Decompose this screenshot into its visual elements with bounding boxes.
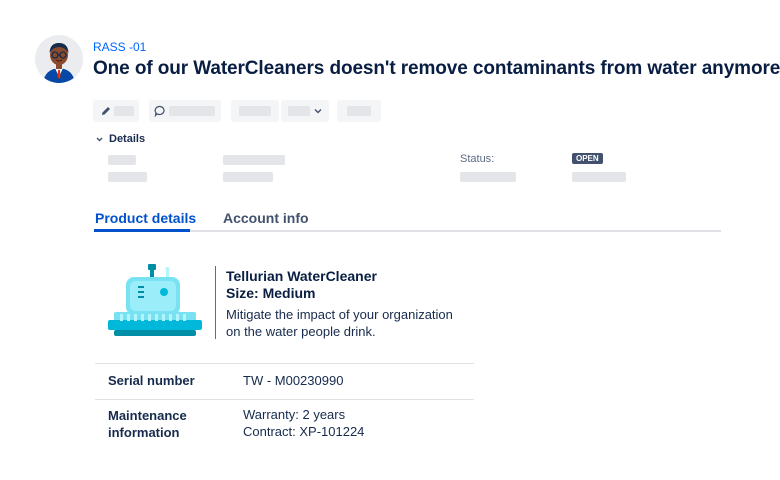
water-cleaner-illustration <box>108 264 202 336</box>
maintenance-label: Maintenance information <box>108 407 187 441</box>
issue-summary: One of our WaterCleaners doesn't remove … <box>93 58 780 79</box>
product-description-line: on the water people drink. <box>226 324 376 339</box>
more-dropdown-button[interactable] <box>281 100 329 122</box>
assign-label-placeholder <box>239 106 271 116</box>
edit-button[interactable] <box>93 100 139 122</box>
pencil-icon <box>102 107 110 115</box>
detail-label-placeholder <box>223 155 285 165</box>
product-size: Size: Medium <box>226 285 316 301</box>
table-divider <box>95 399 474 400</box>
action-label-placeholder <box>347 106 371 116</box>
detail-value-placeholder <box>460 172 516 182</box>
product-description: Mitigate the impact of your organization… <box>226 306 466 340</box>
product-name: Tellurian WaterCleaner <box>226 268 377 284</box>
issue-key[interactable]: RASS -01 <box>93 40 146 54</box>
detail-value-placeholder <box>223 172 273 182</box>
comment-label-placeholder <box>169 106 215 116</box>
action-button[interactable] <box>337 100 381 122</box>
warranty-value: Warranty: 2 years <box>243 407 346 422</box>
assign-button[interactable] <box>231 100 279 122</box>
chevron-down-icon <box>314 109 322 114</box>
avatar[interactable] <box>35 35 83 83</box>
detail-label-placeholder <box>108 155 136 165</box>
tab-product-details[interactable]: Product details <box>95 210 196 226</box>
maintenance-label-line: Maintenance <box>108 408 187 423</box>
collapse-chevron-icon[interactable] <box>95 135 104 144</box>
maintenance-value: Warranty: 2 years Contract: XP-101224 <box>243 406 364 440</box>
status-badge[interactable]: OPEN <box>572 153 603 164</box>
product-divider <box>215 266 216 339</box>
status-label: Status: <box>460 153 495 165</box>
serial-number-label: Serial number <box>108 373 195 388</box>
contract-value: Contract: XP-101224 <box>243 424 365 439</box>
edit-label-placeholder <box>114 106 134 116</box>
table-divider <box>95 363 474 364</box>
comment-icon <box>154 105 165 117</box>
user-avatar-icon <box>35 35 83 83</box>
details-heading[interactable]: Details <box>109 133 145 145</box>
product-description-line: Mitigate the impact of your organization <box>226 307 453 322</box>
serial-number-value: TW - M00230990 <box>243 373 344 388</box>
comment-button[interactable] <box>149 100 221 122</box>
active-tab-indicator <box>94 229 190 232</box>
more-label-placeholder <box>288 106 310 116</box>
tab-account-info[interactable]: Account info <box>223 210 309 226</box>
maintenance-label-line: information <box>108 425 180 440</box>
detail-value-placeholder <box>108 172 147 182</box>
detail-value-placeholder <box>572 172 626 182</box>
